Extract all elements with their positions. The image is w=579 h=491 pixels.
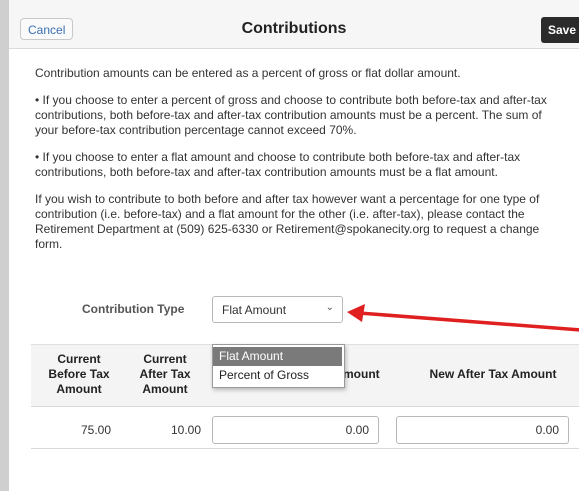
save-button[interactable]: Save	[541, 17, 579, 43]
red-arrow-annotation	[347, 304, 579, 332]
arrow-shaft	[357, 311, 579, 332]
dialog-header: Cancel Contributions Save	[9, 0, 579, 49]
current-after-tax-value: 10.00	[170, 423, 201, 437]
header-line: After Tax	[139, 367, 191, 381]
contribution-type-dropdown-list: Flat Amount Percent of Gross	[212, 344, 345, 388]
instructions-percent: • If you choose to enter a percent of gr…	[35, 93, 547, 137]
header-current-before-tax: Current Before Tax Amount	[39, 352, 119, 397]
current-before-tax-value: 75.00	[80, 423, 111, 437]
page-title: Contributions	[241, 20, 347, 37]
contribution-type-select[interactable]: Flat Amount ⌄	[212, 296, 343, 323]
window-edge	[0, 0, 9, 491]
header-line: Amount	[142, 382, 188, 396]
header-line: Amount	[56, 382, 102, 396]
contributions-dialog: Cancel Contributions Save Contribution a…	[9, 0, 579, 491]
chevron-down-icon: ⌄	[325, 302, 334, 313]
header-current-after-tax: Current After Tax Amount	[129, 352, 201, 397]
new-before-tax-input[interactable]: 0.00	[212, 416, 379, 444]
header-line: Current	[143, 352, 187, 366]
header-line: Before Tax	[48, 367, 110, 381]
instructions-flat: • If you choose to enter a flat amount a…	[35, 150, 521, 179]
instructions: Contribution amounts can be entered as a…	[35, 66, 565, 264]
divider	[31, 448, 579, 449]
option-percent-of-gross[interactable]: Percent of Gross	[213, 366, 342, 385]
divider	[31, 406, 579, 407]
header-line: Current	[57, 352, 101, 366]
arrow-head	[347, 304, 365, 322]
instructions-contact: If you wish to contribute to both before…	[35, 192, 540, 251]
contribution-type-label: Contribution Type	[82, 302, 185, 316]
option-flat-amount[interactable]: Flat Amount	[213, 347, 342, 366]
header-new-after-tax: New After Tax Amount	[429, 367, 557, 381]
new-after-tax-input[interactable]: 0.00	[396, 416, 569, 444]
instructions-intro: Contribution amounts can be entered as a…	[35, 66, 461, 80]
contribution-type-value: Flat Amount	[222, 303, 287, 317]
